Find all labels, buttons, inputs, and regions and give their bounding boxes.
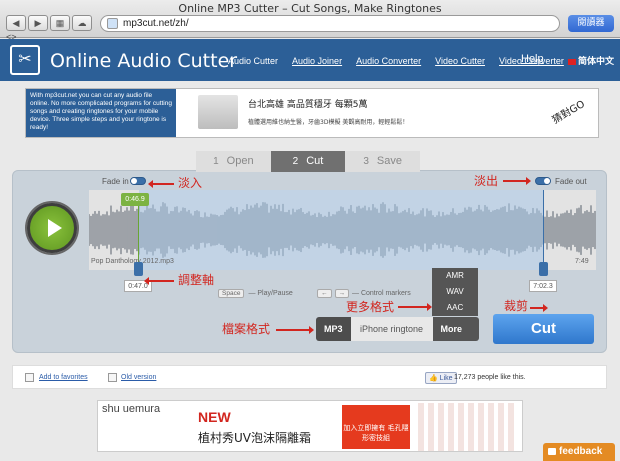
browser-chrome: Online MP3 Cutter – Cut Songs, Make Ring…	[0, 0, 620, 42]
file-name: Pop Danthology 2012.mp3	[91, 258, 174, 265]
footer-bar: Add to favorites Old version 👍 Like 17,2…	[12, 365, 607, 389]
nav-video-cutter[interactable]: Video Cutter	[435, 56, 485, 66]
annotation-adjust: 調整軸	[178, 273, 215, 287]
language-selector[interactable]: 简体中文	[568, 54, 614, 67]
ad-brand: shu uemura	[102, 403, 161, 415]
left-arrow-key-icon: ←	[317, 289, 332, 298]
flag-icon	[568, 58, 576, 65]
feedback-button[interactable]: feedback	[543, 443, 615, 461]
format-amr[interactable]: AMR	[432, 268, 478, 284]
add-to-favorites-link[interactable]: Add to favorites	[39, 374, 88, 381]
url-text: mp3cut.net/zh/	[123, 18, 189, 29]
address-bar[interactable]: mp3cut.net/zh/	[100, 15, 560, 32]
more-formats-button[interactable]: More ⇕	[432, 317, 479, 341]
site-icon	[107, 18, 118, 29]
ad-cta[interactable]: 猜對GO	[537, 83, 600, 143]
fade-in-toggle[interactable]	[130, 177, 146, 185]
control-markers-hint: — Control markers	[352, 290, 411, 297]
reader-button[interactable]: 閱讀器	[568, 15, 614, 32]
start-handle[interactable]	[134, 262, 143, 276]
top-ad-banner[interactable]: With mp3cut.net you can cut any audio fi…	[25, 88, 599, 138]
logo-text[interactable]: Online Audio Cutter	[50, 50, 237, 72]
play-hint: Space — Play/Pause	[218, 289, 293, 298]
facebook-like-button[interactable]: 👍 Like	[425, 372, 457, 384]
marker-hint: ← → — Control markers	[317, 289, 411, 298]
ad-subtext: 植體選用維也納生醫，牙齒3D模擬 美觀高耐用，輕輕鬆鬆！	[248, 119, 409, 126]
fade-in-label: Fade in	[102, 177, 129, 186]
annotation-fade-out: 淡出	[474, 174, 499, 188]
nav-buttons: ◀ ▶ ▦ ☁	[6, 15, 92, 31]
annotation-file-format: 檔案格式	[222, 322, 271, 336]
format-wav[interactable]: WAV	[432, 284, 478, 300]
step-tabs: 1 Open 2 Cut 3 Save	[196, 151, 421, 172]
adjust-arrow	[144, 277, 174, 285]
ad-bottles-image	[418, 403, 518, 451]
duration: 7:49	[575, 258, 589, 265]
fade-out-label: Fade out	[555, 177, 587, 186]
language-label: 简体中文	[578, 57, 615, 67]
scissors-icon[interactable]: ✂	[10, 45, 40, 75]
old-version-icon	[108, 373, 117, 382]
end-time[interactable]: 7:02.3	[529, 280, 557, 292]
cut-button[interactable]: Cut	[493, 314, 594, 344]
old-version-link[interactable]: Old version	[121, 374, 156, 381]
cloud-icon[interactable]: ☁	[72, 15, 92, 31]
ad-product-image	[198, 95, 238, 129]
annotation-fade-in: 淡入	[178, 176, 203, 190]
step-open[interactable]: 1 Open	[196, 151, 271, 172]
fade-out-arrow	[503, 177, 531, 185]
format-iphone-ringtone[interactable]: iPhone ringtone	[350, 317, 433, 341]
back-icon[interactable]: ◀	[6, 15, 26, 31]
end-handle[interactable]	[539, 262, 548, 276]
format-dropdown: AMR WAV AAC	[432, 268, 478, 316]
nav-audio-joiner[interactable]: Audio Joiner	[292, 56, 342, 66]
nav-audio-cutter[interactable]: Audio Cutter	[228, 56, 278, 66]
ad-new: NEW	[198, 409, 231, 425]
nav-audio-converter[interactable]: Audio Converter	[356, 56, 421, 66]
ad-promo[interactable]: 加入立即擁有 毛孔隱形密技組	[342, 405, 410, 449]
trim-arrow	[530, 304, 548, 312]
more-formats-arrow	[398, 303, 432, 311]
like-count: 17,273 people like this.	[454, 374, 526, 381]
thumbs-up-icon: 👍	[429, 375, 438, 382]
top-nav: Audio Cutter Audio Joiner Audio Converte…	[228, 56, 564, 66]
right-arrow-key-icon: →	[334, 289, 349, 298]
bottom-ad-banner[interactable]: shu uemura NEW 植村秀UV泡沫隔離霜 加入立即擁有 毛孔隱形密技組	[97, 400, 523, 452]
play-button[interactable]	[27, 203, 77, 253]
format-aac[interactable]: AAC	[432, 300, 478, 316]
step-cut[interactable]: 2 Cut	[270, 151, 346, 172]
play-pause-hint: — Play/Pause	[248, 290, 293, 297]
window-title: Online MP3 Cutter – Cut Songs, Make Ring…	[178, 2, 442, 15]
format-mp3[interactable]: MP3	[316, 317, 351, 341]
file-format-arrow	[276, 326, 314, 334]
topsites-icon[interactable]: ▦	[50, 15, 70, 31]
selection-region[interactable]	[139, 190, 543, 270]
format-bar: MP3 iPhone ringtone More ⇕	[316, 317, 479, 341]
help-link[interactable]: Help	[521, 53, 544, 65]
ad-intro-text: With mp3cut.net you can cut any audio fi…	[26, 89, 176, 137]
favorites-icon	[25, 373, 34, 382]
fade-out-toggle[interactable]	[535, 177, 551, 185]
fade-in-arrow	[148, 180, 174, 188]
ad-headline: 台北高雄 高品質穩牙 每顆5萬	[248, 100, 368, 110]
annotation-trim: 裁剪	[504, 299, 529, 313]
step-save[interactable]: 3 Save	[345, 151, 421, 172]
playhead-time: 0:46.9	[121, 193, 149, 206]
site-header: ✂ Online Audio Cutter Audio Cutter Audio…	[0, 39, 620, 81]
end-marker-line	[543, 190, 544, 270]
annotation-more-formats: 更多格式	[346, 300, 395, 314]
forward-icon[interactable]: ▶	[28, 15, 48, 31]
space-key: Space	[218, 289, 245, 298]
ad-content: 台北高雄 高品質穩牙 每顆5萬 植體選用維也納生醫，牙齒3D模擬 美觀高耐用，輕…	[176, 89, 496, 137]
ad-product: 植村秀UV泡沫隔離霜	[198, 431, 311, 445]
